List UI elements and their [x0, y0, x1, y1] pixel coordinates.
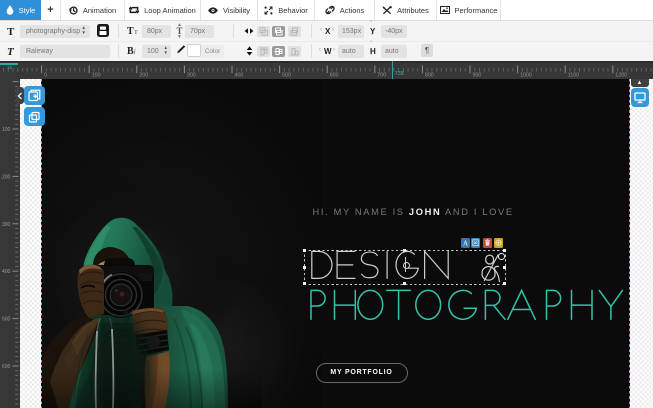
svg-text:1100: 1100 — [568, 73, 579, 79]
svg-text:200: 200 — [139, 73, 148, 79]
svg-text:500: 500 — [282, 73, 291, 79]
svg-text:400: 400 — [2, 269, 11, 275]
svg-text:0: 0 — [44, 73, 47, 79]
svg-text:900: 900 — [473, 73, 482, 79]
svg-text:300: 300 — [187, 73, 196, 79]
svg-text:300: 300 — [2, 222, 11, 228]
svg-text:700: 700 — [377, 73, 386, 79]
svg-text:100: 100 — [92, 73, 101, 79]
svg-text:600: 600 — [2, 364, 11, 370]
svg-text:600: 600 — [330, 73, 339, 79]
svg-text:1200: 1200 — [615, 73, 627, 79]
svg-text:100: 100 — [2, 127, 11, 133]
svg-text:400: 400 — [235, 73, 244, 79]
svg-text:500: 500 — [2, 317, 11, 323]
svg-text:1000: 1000 — [520, 73, 532, 79]
svg-text:200: 200 — [2, 174, 11, 180]
svg-text:800: 800 — [425, 73, 434, 79]
